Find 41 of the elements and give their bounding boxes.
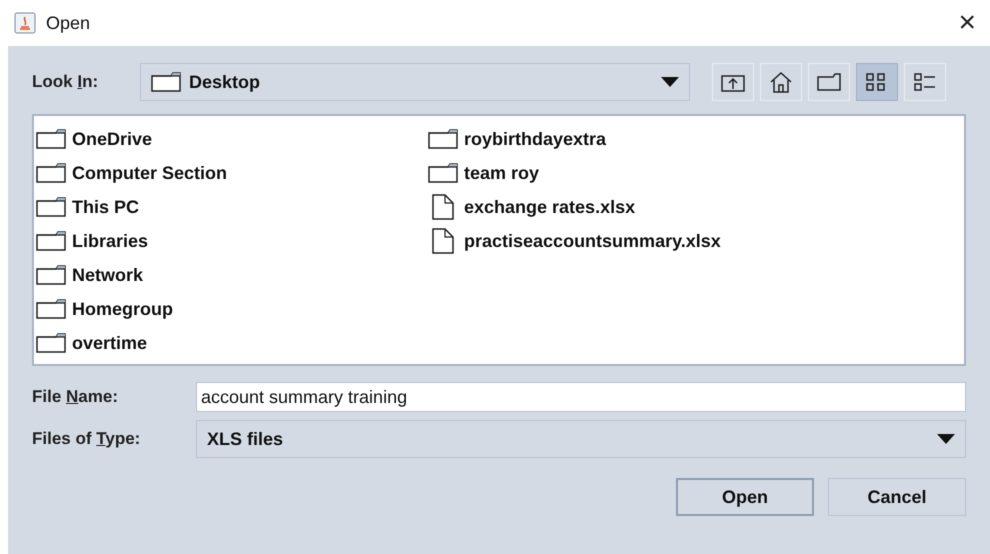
file-item[interactable]: Network — [36, 258, 428, 292]
folder-icon — [817, 73, 841, 91]
folder-icon — [428, 163, 458, 183]
folder-icon — [428, 129, 458, 149]
folder-icon — [151, 72, 181, 92]
file-icon — [432, 228, 454, 254]
window-title: Open — [46, 12, 90, 35]
file-name-field[interactable]: account summary training — [196, 382, 966, 412]
details-view-icon — [914, 72, 936, 92]
list-view-icon — [866, 72, 888, 92]
toolbar-button[interactable] — [856, 63, 898, 101]
file-item[interactable]: Homegroup — [36, 292, 428, 326]
file-item[interactable]: exchange rates.xlsx — [428, 190, 820, 224]
field-label: Look In: — [32, 72, 98, 91]
folder-icon — [36, 129, 66, 149]
look-in-dropdown[interactable]: Desktop — [140, 63, 690, 101]
folder-icon — [36, 333, 66, 353]
caret-icon — [661, 77, 679, 87]
file-item[interactable]: This PC — [36, 190, 428, 224]
file-item[interactable]: OneDrive — [36, 122, 428, 156]
caret-icon — [937, 434, 955, 444]
folder-icon — [36, 163, 66, 183]
folder-icon — [36, 197, 66, 217]
dialog-button[interactable]: Cancel — [828, 478, 966, 516]
file-item[interactable]: overtime — [36, 326, 428, 360]
close-button[interactable]: × — [958, 8, 976, 38]
file-item[interactable]: Computer Section — [36, 156, 428, 190]
folder-icon — [36, 231, 66, 251]
file-item[interactable]: team roy — [428, 156, 820, 190]
file-item[interactable]: Libraries — [36, 224, 428, 258]
field-label: Files of Type: — [32, 429, 140, 448]
app-icon — [14, 12, 36, 34]
file-type-dropdown[interactable]: XLS files — [196, 420, 966, 458]
home-icon — [769, 71, 793, 93]
file-item[interactable]: roybirthdayextra — [428, 122, 820, 156]
folder-icon — [36, 265, 66, 285]
field-label: File Name: — [32, 387, 118, 406]
file-item[interactable]: practiseaccountsummary.xlsx — [428, 224, 820, 258]
file-icon — [432, 194, 454, 220]
folder-icon — [36, 299, 66, 319]
dialog-button[interactable]: Open — [676, 478, 814, 516]
